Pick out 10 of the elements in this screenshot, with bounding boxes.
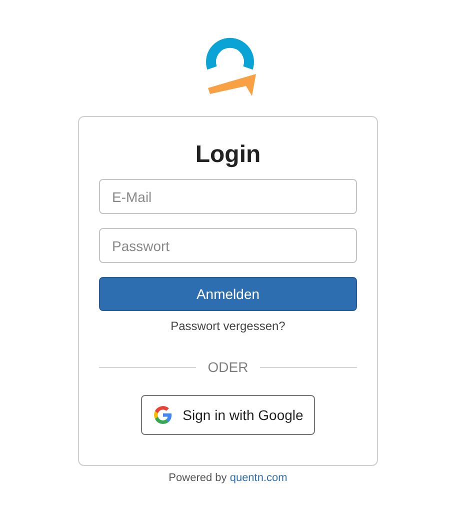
quentn-link[interactable]: quentn.com: [230, 472, 288, 484]
input-field[interactable]: Passwort: [99, 228, 357, 263]
login-button[interactable]: Anmelden: [99, 277, 357, 311]
google-icon: [152, 405, 173, 425]
google-sign-in-button[interactable]: Sign in with Google: [140, 395, 316, 435]
forgot-password-link[interactable]: Passwort vergessen?: [170, 319, 286, 333]
input-field[interactable]: E-Mail: [99, 179, 357, 214]
login-title: Login: [194, 141, 262, 169]
divider-label: ODER: [206, 359, 250, 375]
powered-by-text: Powered by quentn.com: [168, 472, 288, 484]
